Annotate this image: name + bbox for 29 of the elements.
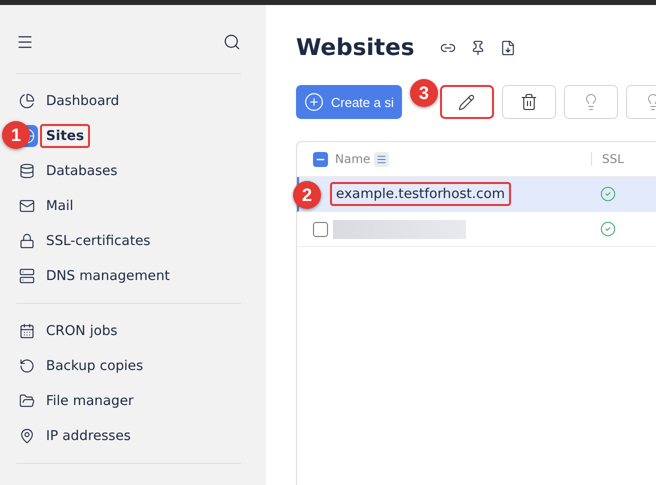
step-number-badge: 1: [2, 121, 30, 149]
nav-item[interactable]: Backup copies: [40, 354, 150, 378]
menu-icon[interactable]: [16, 33, 34, 51]
nav-item[interactable]: CRON jobs: [40, 318, 124, 342]
pencil-icon: [458, 94, 476, 110]
nav-item[interactable]: IP addresses: [40, 424, 137, 448]
nav-item[interactable]: SSL-certificates: [40, 228, 156, 252]
sort-icon[interactable]: [374, 152, 390, 166]
column-header[interactable]: SSL: [591, 152, 656, 166]
step-number-badge: 3: [410, 79, 438, 107]
edit-button[interactable]: [440, 85, 494, 119]
page-title: Websites: [296, 35, 414, 61]
nav-item[interactable]: Dashboard: [40, 88, 126, 112]
column-header[interactable]: Name: [335, 152, 370, 166]
search-icon[interactable]: [223, 33, 241, 51]
plus-icon: [304, 92, 324, 112]
trash-icon: [520, 93, 538, 111]
nav-item[interactable]: File manager: [40, 388, 140, 412]
nav-item[interactable]: Sites: [40, 124, 90, 148]
nav-item[interactable]: Databases: [40, 158, 124, 182]
create-site-button[interactable]: Create a si: [296, 85, 402, 119]
file-download-icon[interactable]: [500, 40, 516, 56]
site-name[interactable]: example.testforhost.com: [330, 182, 511, 206]
select-all-checkbox[interactable]: [313, 152, 328, 166]
delete-button[interactable]: [502, 85, 556, 119]
nav-item[interactable]: Mail: [40, 194, 80, 218]
row-checkbox[interactable]: [313, 222, 328, 236]
nav-item[interactable]: DNS management: [40, 264, 176, 288]
step-number-badge: 2: [293, 181, 321, 209]
